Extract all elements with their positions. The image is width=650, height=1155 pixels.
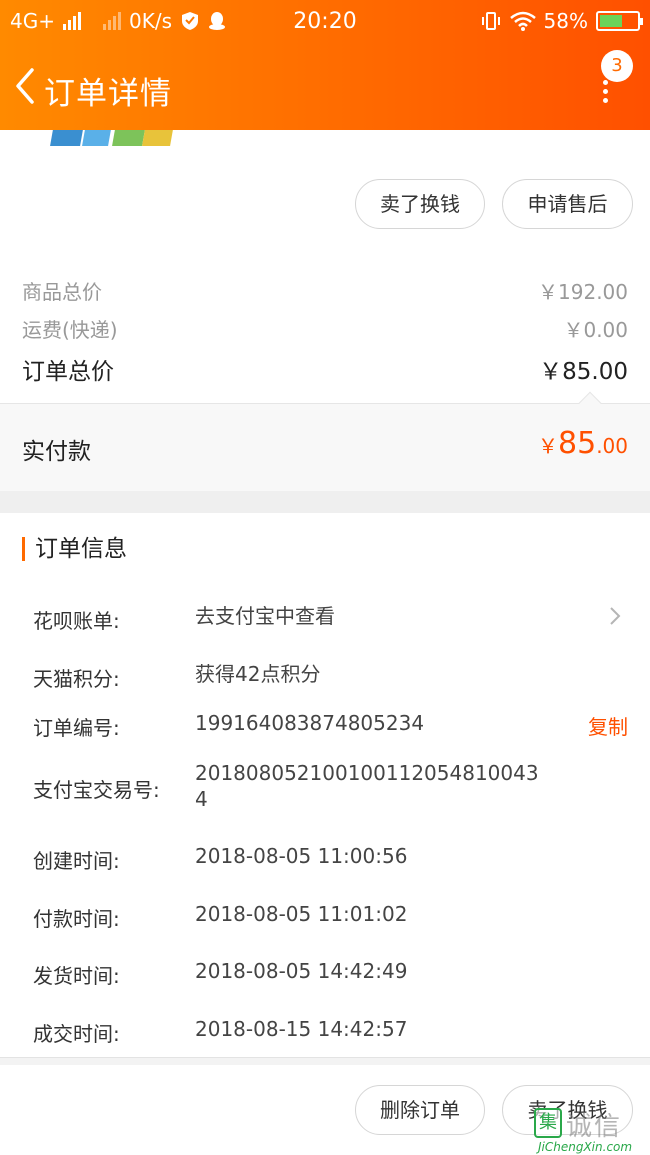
section-divider — [0, 491, 650, 513]
order-number-label: 订单编号: — [33, 716, 120, 740]
goods-total-row: 商品总价 ￥192.00 — [22, 276, 628, 305]
shipped-time-value: 2018-08-05 14:42:49 — [195, 959, 408, 983]
watermark-url: JiChengXin.com — [538, 1140, 633, 1154]
caret-up-icon — [578, 391, 602, 415]
payment-time-value: 2018-08-05 11:01:02 — [195, 902, 408, 926]
battery-percent: 58% — [543, 9, 588, 33]
page-title: 订单详情 — [44, 76, 172, 112]
goods-total-label: 商品总价 — [22, 280, 102, 304]
points-label: 天猫积分: — [33, 667, 120, 691]
delete-order-button[interactable]: 删除订单 — [355, 1085, 485, 1135]
request-after-sale-button[interactable]: 申请售后 — [502, 179, 633, 229]
amount-paid-section: 实付款 ￥85.00 — [0, 391, 650, 491]
alipay-trade-no-label: 支付宝交易号: — [33, 778, 160, 802]
points-value: 获得42点积分 — [195, 662, 321, 686]
amount-paid-currency: ￥ — [538, 434, 558, 458]
order-info-title: 订单信息 — [22, 537, 127, 561]
more-menu-icon[interactable] — [603, 80, 611, 104]
shipping-label: 运费(快递) — [22, 318, 118, 342]
message-count-badge: 3 — [601, 50, 633, 82]
copy-order-number-button[interactable]: 复制 — [588, 711, 628, 740]
created-time-label: 创建时间: — [33, 849, 120, 873]
amount-paid-value: ￥85.00 — [538, 426, 628, 461]
shipping-value: ￥0.00 — [563, 318, 628, 342]
vibrate-icon — [481, 12, 500, 30]
shipping-row: 运费(快递) ￥0.00 — [22, 314, 628, 343]
payment-time-label: 付款时间: — [33, 907, 120, 931]
huabei-label: 花呗账单: — [33, 609, 120, 633]
wifi-icon — [509, 11, 536, 31]
created-time-value: 2018-08-05 11:00:56 — [195, 844, 408, 868]
battery-icon — [596, 11, 643, 31]
product-thumbnail[interactable] — [44, 130, 178, 148]
goods-total-value: ￥192.00 — [538, 280, 628, 304]
amount-paid-label: 实付款 — [22, 439, 91, 465]
bottom-bar-divider — [0, 1057, 650, 1065]
huabei-link[interactable]: 去支付宝中查看 — [195, 603, 540, 629]
order-total-value: ￥85.00 — [539, 359, 628, 385]
status-bar: 4G+ 0K/s 20:20 58% — [0, 0, 650, 44]
completed-time-label: 成交时间: — [33, 1022, 120, 1046]
order-number-value: 199164083874805234 — [195, 711, 425, 735]
back-arrow-icon[interactable] — [10, 66, 40, 106]
alipay-trade-no-value: 2018080521001001120548100434 — [195, 761, 539, 811]
amount-paid-decimal: .00 — [596, 434, 628, 458]
sell-for-cash-bottom-button[interactable]: 卖了换钱 — [502, 1085, 633, 1135]
sell-for-cash-button[interactable]: 卖了换钱 — [355, 179, 485, 229]
shipped-time-label: 发货时间: — [33, 964, 120, 988]
order-total-row: 订单总价 ￥85.00 — [22, 352, 628, 386]
navigation-bar: 订单详情 — [0, 54, 650, 124]
amount-paid-integer: 85 — [558, 426, 597, 461]
chevron-right-icon[interactable] — [608, 606, 622, 626]
completed-time-value: 2018-08-15 14:42:57 — [195, 1017, 408, 1041]
order-total-label: 订单总价 — [22, 359, 114, 385]
app-header: 4G+ 0K/s 20:20 58% 订单详情 — [0, 0, 650, 130]
